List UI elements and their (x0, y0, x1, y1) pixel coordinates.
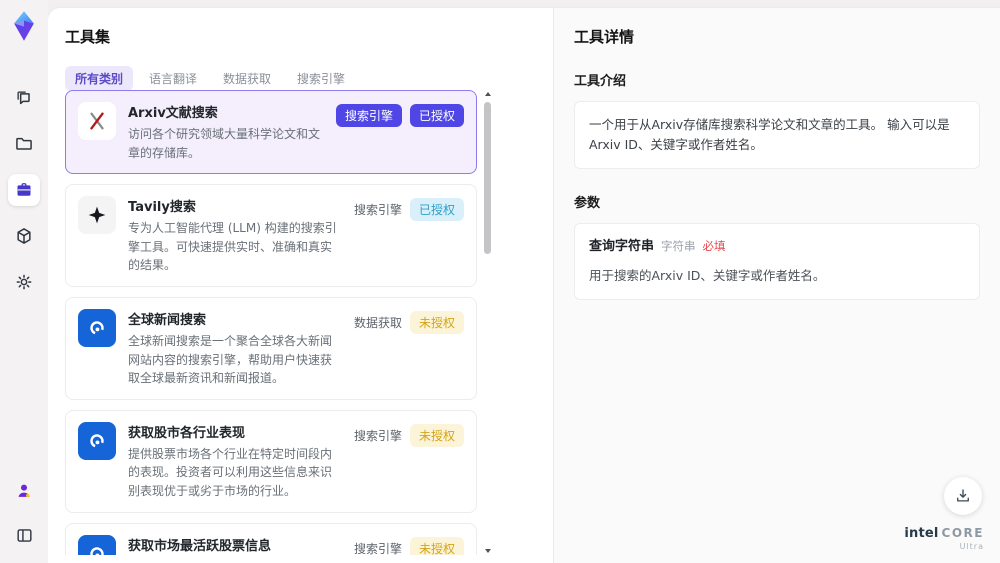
auth-status-badge: 已授权 (409, 198, 464, 222)
active-stocks-icon (78, 534, 116, 555)
account-avatar-icon[interactable] (8, 475, 40, 507)
tool-tags: 搜索引擎 未授权 (354, 535, 464, 555)
intel-wordmark: intel (904, 526, 939, 541)
page-title: 工具集 (65, 28, 111, 46)
category-label: 搜索引擎 (353, 428, 402, 443)
tools-nav-icon[interactable] (8, 174, 40, 206)
tool-card-body: 获取市场最活跃股票信息 提供当天交易量最高的股票列表，投资者可以利用这些信息来识… (128, 535, 342, 555)
param-required-flag: 必填 (702, 239, 726, 253)
global-news-icon (78, 308, 116, 347)
category-badge: 搜索引擎 (335, 104, 402, 127)
param-header: 查询字符串 字符串 必填 (589, 237, 965, 258)
core-wordmark: CORE (941, 526, 984, 540)
tool-tags: 搜索引擎 已授权 (354, 196, 464, 275)
tool-card-global-news[interactable]: 全球新闻搜索 全球新闻搜索是一个聚合全球各大新闻网站内容的搜索引擎，帮助用户快速… (65, 296, 477, 400)
tab-all-categories[interactable]: 所有类别 (65, 66, 134, 91)
tool-cards-list: Arxiv文献搜索 访问各个研究领域大量科学论文和文章的存储库。 搜索引擎 已授… (65, 90, 477, 555)
download-icon (957, 489, 969, 502)
intro-text: 一个用于从Arxiv存储库搜索科学论文和文章的工具。 输入可以是Arxiv ID… (589, 117, 950, 152)
tool-card-arxiv[interactable]: Arxiv文献搜索 访问各个研究领域大量科学论文和文章的存储库。 搜索引擎 已授… (65, 90, 477, 175)
category-label: 搜索引擎 (353, 203, 402, 218)
folder-icon[interactable] (8, 128, 40, 160)
tool-tags: 搜索引擎 未授权 (354, 422, 464, 501)
tool-card-sector-performance[interactable]: 获取股市各行业表现 提供股票市场各个行业在特定时间段内的表现。投资者可以利用这些… (65, 409, 477, 513)
tab-data-acquisition[interactable]: 数据获取 (213, 66, 281, 91)
tool-name: 获取股市各行业表现 (128, 425, 246, 441)
tool-card-active-stocks[interactable]: 获取市场最活跃股票信息 提供当天交易量最高的股票列表，投资者可以利用这些信息来识… (65, 522, 477, 555)
tool-card-body: Arxiv文献搜索 访问各个研究领域大量科学论文和文章的存储库。 (128, 102, 324, 162)
arxiv-icon (78, 102, 116, 140)
chat-icon[interactable] (8, 82, 40, 114)
tool-name: 全球新闻搜索 (128, 312, 207, 328)
download-button[interactable] (944, 477, 982, 515)
sector-performance-icon (78, 421, 116, 460)
main-panel: 工具集 所有类别 语言翻译 数据获取 搜索引擎 Arxiv文献搜索 访问各个研究… (48, 8, 1000, 563)
tool-detail-pane: 工具详情 工具介绍 一个用于从Arxiv存储库搜索科学论文和文章的工具。 输入可… (553, 8, 1000, 563)
tool-name: Tavily搜索 (128, 200, 196, 216)
tavily-icon (78, 196, 116, 235)
tool-description: 提供股票市场各个行业在特定时间段内的表现。投资者可以利用这些信息来识别表现优于或… (128, 446, 333, 498)
intro-box: 一个用于从Arxiv存储库搜索科学论文和文章的工具。 输入可以是Arxiv ID… (574, 101, 980, 169)
tool-description: 全球新闻搜索是一个聚合全球各大新闻网站内容的搜索引擎，帮助用户快速获取全球最新资… (128, 333, 333, 386)
category-label: 数据获取 (353, 315, 402, 330)
auth-status-badge: 未授权 (409, 536, 464, 555)
tool-card-body: 获取股市各行业表现 提供股票市场各个行业在特定时间段内的表现。投资者可以利用这些… (128, 422, 342, 501)
intro-heading: 工具介绍 (574, 74, 627, 89)
param-box: 查询字符串 字符串 必填 用于搜索的Arxiv ID、关键字或作者姓名。 (574, 223, 980, 300)
settings-gear-icon[interactable] (8, 266, 40, 298)
param-description: 用于搜索的Arxiv ID、关键字或作者姓名。 (589, 267, 826, 283)
tab-search-engine[interactable]: 搜索引擎 (287, 66, 355, 91)
tool-name: Arxiv文献搜索 (128, 106, 218, 121)
intel-core-logo: intel CORE Ultra (904, 527, 984, 551)
param-name: 查询字符串 (589, 239, 655, 254)
category-label: 搜索引擎 (353, 541, 402, 555)
scroll-down-arrow-icon[interactable] (485, 549, 491, 553)
param-type: 字符串 (661, 239, 696, 253)
tool-description: 访问各个研究领域大量科学论文和文章的存储库。 (128, 127, 321, 160)
tool-tags: 数据获取 未授权 (354, 309, 464, 388)
collapse-sidebar-icon[interactable] (8, 519, 40, 551)
tool-tags: 搜索引擎 已授权 (335, 102, 464, 162)
tool-name: 获取市场最活跃股票信息 (128, 538, 272, 554)
tool-description: 专为人工智能代理 (LLM) 构建的搜索引擎工具。可快速提供实时、准确和真实的结… (128, 221, 337, 273)
tool-card-tavily[interactable]: Tavily搜索 专为人工智能代理 (LLM) 构建的搜索引擎工具。可快速提供实… (65, 184, 477, 287)
app-logo-icon[interactable] (9, 10, 39, 42)
packages-icon[interactable] (8, 220, 40, 252)
tool-list-pane: 工具集 所有类别 语言翻译 数据获取 搜索引擎 Arxiv文献搜索 访问各个研究… (48, 8, 505, 563)
tool-card-body: Tavily搜索 专为人工智能代理 (LLM) 构建的搜索引擎工具。可快速提供实… (128, 196, 342, 275)
tab-language-translation[interactable]: 语言翻译 (139, 66, 207, 91)
scrollbar-thumb[interactable] (484, 102, 491, 254)
auth-status-badge: 已授权 (409, 104, 464, 127)
detail-title: 工具详情 (574, 28, 635, 46)
category-tabs: 所有类别 语言翻译 数据获取 搜索引擎 (65, 66, 505, 91)
auth-status-badge: 未授权 (409, 310, 464, 334)
ultra-wordmark: Ultra (959, 542, 984, 551)
auth-status-badge: 未授权 (409, 423, 464, 447)
left-rail (0, 0, 48, 563)
list-scrollbar[interactable] (484, 92, 492, 553)
params-heading: 参数 (574, 196, 601, 211)
scroll-up-arrow-icon[interactable] (485, 92, 491, 96)
tool-card-body: 全球新闻搜索 全球新闻搜索是一个聚合全球各大新闻网站内容的搜索引擎，帮助用户快速… (128, 309, 342, 388)
